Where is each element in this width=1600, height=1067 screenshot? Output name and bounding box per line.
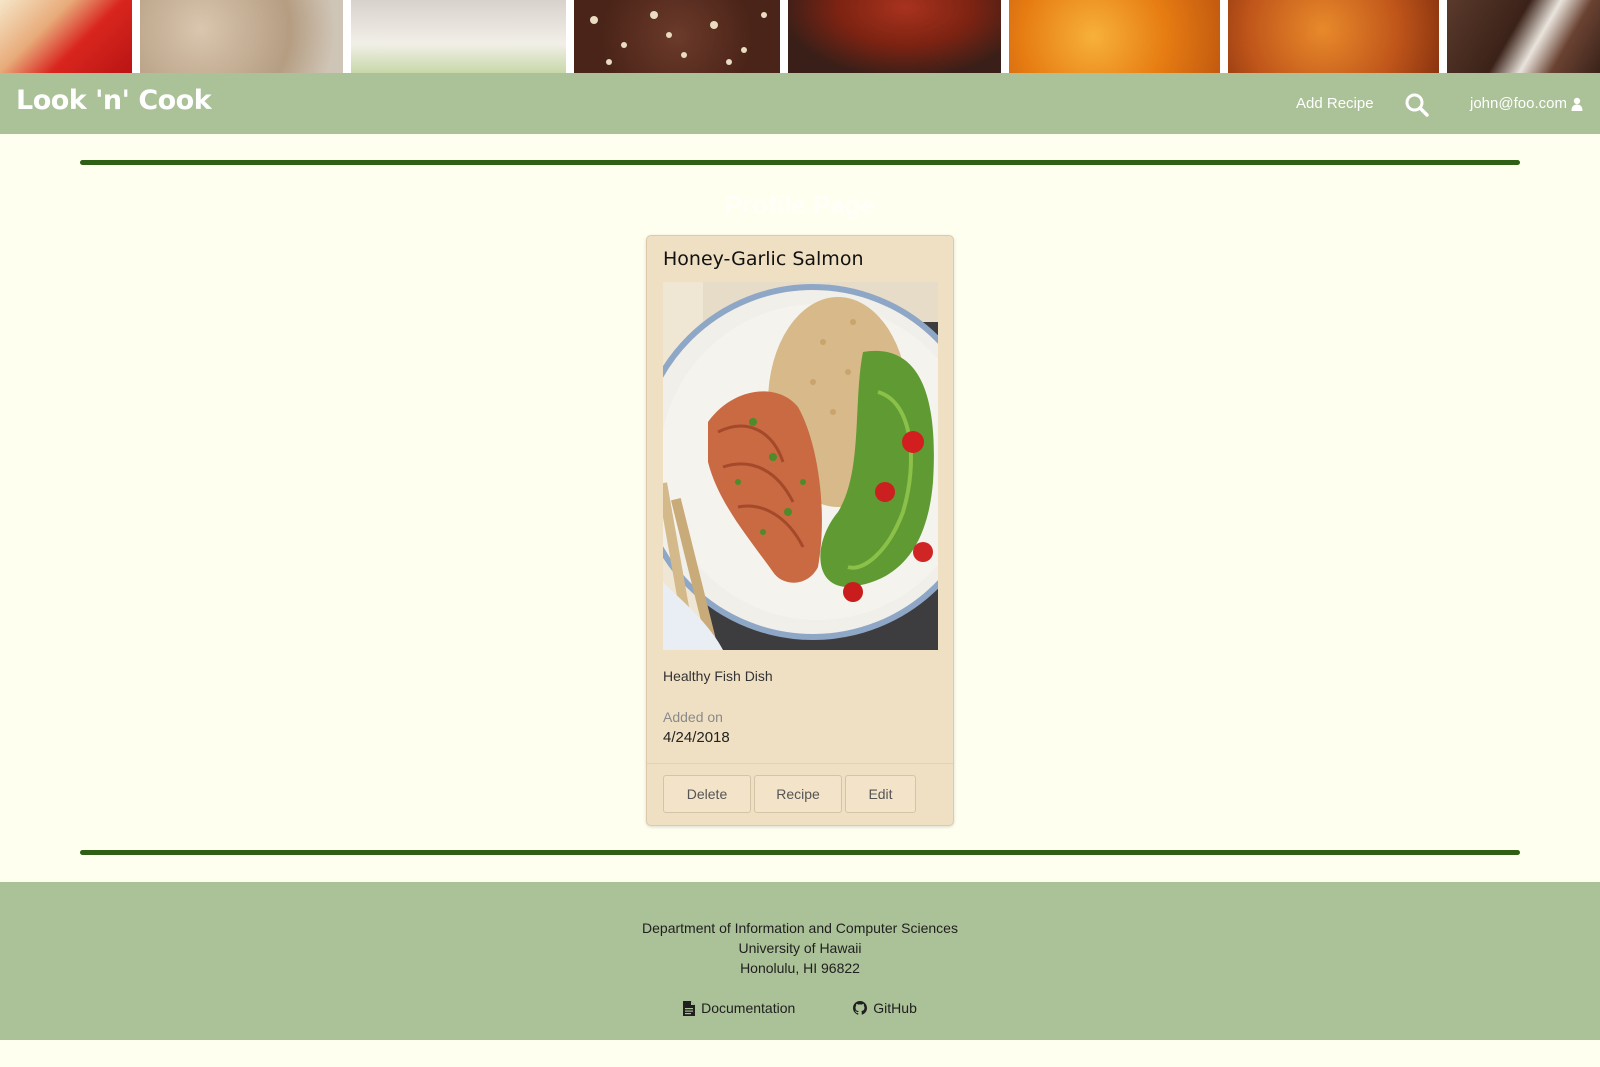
recipe-card: Honey-Garlic Salmon Healthy Fish Dish Ad… (646, 235, 954, 826)
github-label: GitHub (873, 1000, 917, 1016)
github-link[interactable]: GitHub (853, 1000, 917, 1016)
documentation-label: Documentation (701, 1000, 796, 1016)
recipe-description: Healthy Fish Dish (663, 668, 773, 684)
recipe-title: Honey-Garlic Salmon (663, 248, 864, 270)
banner-image-salad (351, 0, 566, 73)
footer-department: Department of Information and Computer S… (642, 920, 958, 936)
user-email: john@foo.com (1470, 95, 1567, 112)
top-divider (80, 160, 1520, 165)
banner-gap (1001, 0, 1009, 73)
banner-gap (1439, 0, 1447, 73)
documentation-link[interactable]: Documentation (683, 1000, 795, 1016)
banner-image-granola (574, 0, 780, 73)
bottom-divider (80, 850, 1520, 855)
brand-logo[interactable]: Look 'n' Cook (16, 85, 212, 116)
salmon-plate-illustration (663, 282, 938, 650)
banner-image-strawberries (0, 0, 132, 73)
banner-image-curry (1228, 0, 1439, 73)
banner-gap (780, 0, 788, 73)
footer-address: Honolulu, HI 96822 (740, 960, 860, 976)
user-icon (1571, 97, 1583, 111)
card-separator (647, 763, 953, 764)
delete-button[interactable]: Delete (663, 775, 751, 813)
banner-gap (1220, 0, 1228, 73)
food-banner (0, 0, 1600, 73)
document-icon (683, 1000, 696, 1016)
recipe-button[interactable]: Recipe (754, 775, 842, 813)
banner-image-chocolate (1447, 0, 1600, 73)
banner-gap (343, 0, 351, 73)
top-navbar: Look 'n' Cook Add Recipe john@foo.com (0, 73, 1600, 134)
recipe-image (663, 282, 938, 650)
banner-image-cereal (140, 0, 343, 73)
granola-texture (590, 11, 767, 65)
page-footer: Department of Information and Computer S… (0, 882, 1600, 1040)
added-date: 4/24/2018 (663, 729, 730, 746)
footer-links: Documentation GitHub (0, 1000, 1600, 1016)
github-icon (853, 1001, 868, 1015)
banner-gap (132, 0, 140, 73)
banner-image-apple (788, 0, 1001, 73)
added-on-label: Added on (663, 709, 723, 725)
add-recipe-link[interactable]: Add Recipe (1296, 95, 1374, 112)
user-menu[interactable]: john@foo.com (1470, 95, 1583, 112)
page-heading: Profile Page (724, 190, 876, 220)
footer-university: University of Hawaii (738, 940, 862, 956)
edit-button[interactable]: Edit (845, 775, 916, 813)
search-icon[interactable] (1404, 92, 1430, 118)
banner-gap (566, 0, 574, 73)
banner-image-mango (1009, 0, 1220, 73)
